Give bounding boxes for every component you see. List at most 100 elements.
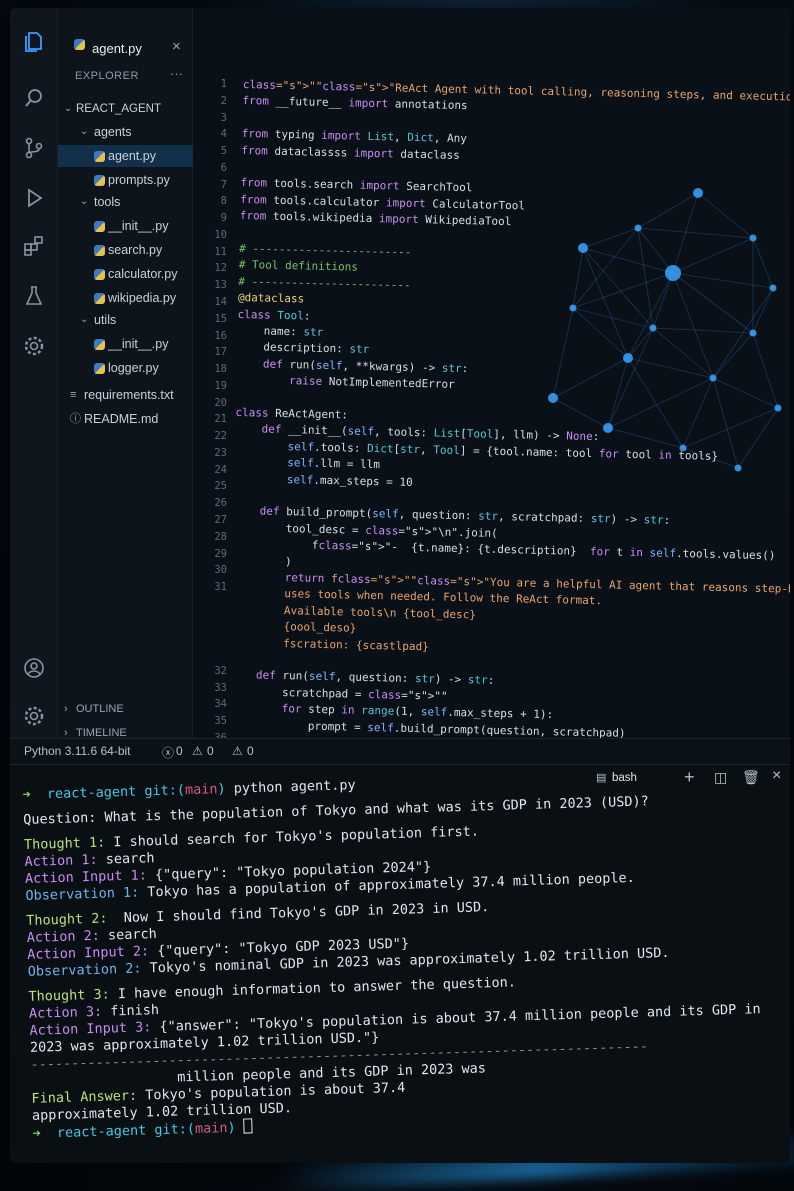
- network-node: [693, 188, 703, 198]
- error-count: 0: [176, 744, 183, 758]
- network-edge: [637, 227, 674, 274]
- python-interpreter[interactable]: Python 3.11.6 64-bit: [24, 744, 131, 758]
- agent-step-line: Thought 3: I have enough information to …: [28, 974, 517, 1005]
- error-icon[interactable]: ⓧ: [162, 744, 174, 761]
- line-number: 33: [214, 681, 227, 694]
- file-item[interactable]: prompts.py: [58, 169, 193, 191]
- network-edge: [552, 397, 609, 429]
- code-line: self.llm = llm: [287, 456, 381, 472]
- close-panel-icon[interactable]: ×: [772, 767, 781, 785]
- file-item[interactable]: __init__.py: [58, 215, 193, 237]
- terminal-panel[interactable]: ▤ bash + ◫ 🗑 × ➜ react-agent git:(main) …: [10, 764, 790, 1163]
- line-number: 29: [214, 547, 227, 560]
- line-number: 35: [214, 715, 227, 728]
- file-item[interactable]: logger.py: [58, 357, 193, 379]
- testing-icon[interactable]: [22, 284, 46, 308]
- line-number: 13: [214, 279, 227, 292]
- python-file-icon: [94, 269, 105, 280]
- python-file-icon: [94, 175, 105, 186]
- folder-item[interactable]: ⌄ utils: [58, 309, 193, 331]
- new-terminal-icon[interactable]: +: [684, 767, 695, 788]
- line-number: 1: [220, 78, 227, 90]
- manage-gear-icon[interactable]: [22, 704, 46, 728]
- outline-label: OUTLINE: [76, 703, 124, 715]
- file-item[interactable]: search.py: [58, 239, 193, 261]
- chevron-down-icon: ⌄: [80, 314, 89, 325]
- folder-item[interactable]: ⌄ tools: [58, 191, 193, 213]
- terminal-shell-tab[interactable]: bash: [612, 772, 637, 784]
- network-edge: [712, 332, 754, 379]
- account-icon[interactable]: [22, 656, 46, 680]
- network-edge: [652, 327, 714, 379]
- problems-count: 0: [247, 744, 254, 758]
- code-line: class ReActAgent:: [235, 405, 349, 422]
- file-item[interactable]: wikipedia.py: [58, 287, 193, 309]
- network-edge: [672, 272, 754, 334]
- terminal-toolbar: ▤ bash + ◫ 🗑 ×: [588, 765, 790, 793]
- line-number: 34: [214, 698, 227, 711]
- network-edge: [572, 307, 654, 329]
- code-line: prompt = self.build_prompt(question, scr…: [228, 717, 626, 738]
- network-node: [634, 224, 642, 232]
- trash-icon[interactable]: 🗑: [742, 769, 760, 786]
- more-actions-icon[interactable]: ···: [170, 66, 183, 81]
- line-number: 2: [220, 94, 227, 107]
- network-edge: [652, 327, 754, 334]
- files-icon[interactable]: [22, 30, 46, 54]
- line-number: 6: [220, 161, 227, 174]
- warning-icon[interactable]: ⚠: [192, 744, 203, 758]
- activity-bar: [10, 8, 58, 738]
- code-line: @dataclass: [237, 291, 305, 306]
- file-label: prompts.py: [108, 173, 170, 187]
- problems-icon[interactable]: ⚠: [232, 744, 243, 758]
- line-number: 21: [214, 413, 227, 426]
- settings-gear-icon[interactable]: [22, 334, 46, 358]
- line-number: 27: [214, 514, 227, 527]
- file-item[interactable]: ≡ requirements.txt: [58, 384, 193, 406]
- file-item[interactable]: ⓘ README.md: [58, 408, 193, 430]
- agent-step-line: Thought 1: I should search for Tokyo's p…: [23, 823, 480, 853]
- extensions-icon[interactable]: [22, 234, 46, 258]
- network-node: [603, 423, 613, 433]
- network-node: [734, 464, 742, 472]
- file-label: utils: [94, 313, 117, 327]
- network-edge: [582, 247, 674, 274]
- status-bar: Python 3.11.6 64-bit ⓧ 0 ⚠ 0 ⚠ 0: [10, 738, 790, 764]
- network-edge: [697, 192, 754, 239]
- file-item[interactable]: agent.py: [58, 145, 193, 167]
- python-file-icon: [94, 339, 105, 350]
- code-line: from __future__ import annotations: [242, 94, 468, 113]
- split-terminal-icon[interactable]: ◫: [714, 769, 727, 786]
- file-label: agents: [94, 125, 132, 139]
- chevron-right-icon: ›: [64, 703, 68, 715]
- code-line: tool_desc = class="s">"\n".join(: [232, 520, 498, 540]
- network-edge: [672, 272, 774, 289]
- network-node: [578, 243, 588, 253]
- run-debug-icon[interactable]: [22, 186, 46, 210]
- code-line: Available tools\n {tool_desc}: [230, 602, 477, 622]
- line-number: 25: [214, 480, 227, 493]
- code-line: def run(self, **kwargs) -> str:: [262, 357, 469, 375]
- close-icon[interactable]: ×: [172, 38, 181, 55]
- network-edge: [637, 227, 754, 239]
- code-editor[interactable]: 1 2 3 4 5 6 7 8 9 10 11 12 13 14 15 16 17 18 19 20 21 22 23 24 2…: [193, 8, 790, 738]
- folder-item[interactable]: ⌄ agents: [58, 121, 193, 143]
- file-item[interactable]: calculator.py: [58, 263, 193, 285]
- terminal-command-line: ➜ react-agent git:(main) python agent.py: [22, 777, 356, 803]
- file-label: search.py: [108, 243, 163, 257]
- code-content[interactable]: class="s">""class="s">"ReAct Agent with …: [235, 78, 790, 738]
- network-edge: [712, 377, 779, 409]
- folder-root[interactable]: ⌄ REACT_AGENT: [58, 98, 193, 120]
- source-control-icon[interactable]: [22, 136, 46, 160]
- code-line: fclass="s">"- {t.name}: {t.description} …: [232, 537, 776, 563]
- python-file-icon: [94, 293, 105, 304]
- file-item[interactable]: __init__.py: [58, 333, 193, 355]
- chevron-down-icon: ⌄: [64, 103, 73, 114]
- terminal-cursor: [243, 1118, 254, 1134]
- outline-section[interactable]: › OUTLINE: [58, 698, 193, 720]
- line-number: 24: [214, 463, 227, 476]
- network-edge: [627, 327, 654, 359]
- editor-tab-agent[interactable]: agent.py ×: [58, 30, 193, 64]
- search-icon[interactable]: [22, 86, 46, 110]
- text-file-icon: ≡: [70, 389, 77, 401]
